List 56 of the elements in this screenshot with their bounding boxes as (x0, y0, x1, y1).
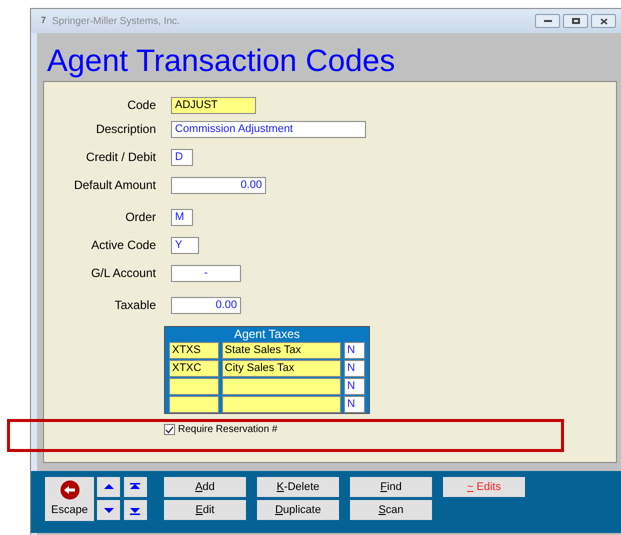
tax-code-cell[interactable]: XTXC (169, 360, 219, 377)
minimize-button[interactable] (535, 14, 560, 28)
field-label: Taxable (114, 297, 156, 314)
field-label: Description (94, 121, 156, 138)
field-label: G/L Account (90, 265, 156, 282)
toolbar-button[interactable]: Duplicate (257, 500, 339, 520)
tax-code-cell[interactable] (169, 378, 219, 395)
input-field[interactable]: ADJUST (171, 96, 256, 114)
tax-flag-cell[interactable]: N (344, 360, 365, 377)
toolbar-button[interactable]: Add (164, 477, 246, 497)
field-label: Credit / Debit (84, 149, 156, 166)
maximize-icon (572, 18, 580, 24)
tax-name-cell[interactable] (222, 378, 342, 395)
input-field[interactable]: - (171, 264, 241, 282)
close-icon (600, 18, 608, 24)
input-field[interactable]: Y (171, 236, 199, 254)
arrow-to-top-icon (129, 482, 141, 492)
escape-button[interactable]: Escape (45, 477, 94, 521)
checkbox[interactable] (164, 424, 175, 435)
tax-name-cell[interactable] (222, 396, 342, 413)
minimize-icon (544, 20, 552, 22)
close-button[interactable] (591, 14, 616, 28)
input-field[interactable]: M (171, 208, 193, 226)
tax-name-cell[interactable]: City Sales Tax (222, 360, 342, 377)
triangle-up-icon (102, 482, 114, 492)
checkmark-icon (165, 426, 174, 434)
input-field[interactable]: 0.00 (171, 176, 266, 194)
window-title: Springer-Miller Systems, Inc. (52, 14, 181, 28)
field-label: Code (126, 97, 156, 114)
toolbar-button[interactable] (124, 477, 146, 497)
tax-flag-cell[interactable]: N (344, 378, 365, 395)
maximize-button[interactable] (563, 14, 588, 28)
arrow-to-bottom-icon (129, 506, 141, 514)
toolbar-button[interactable] (97, 500, 120, 520)
toolbar-button[interactable]: Edit (164, 500, 246, 520)
toolbar-button[interactable] (124, 500, 146, 520)
tax-code-cell[interactable]: XTXS (169, 342, 219, 359)
toolbar-button[interactable] (97, 477, 120, 497)
triangle-down-icon (102, 506, 114, 514)
app-number: 7 (41, 14, 46, 28)
tax-flag-cell[interactable]: N (344, 396, 365, 413)
field-label: Order (124, 209, 156, 226)
toolbar-button[interactable]: Find (350, 477, 432, 497)
panel-title: Agent Taxes (233, 327, 301, 342)
checkbox-label: Require Reservation # (178, 423, 278, 437)
toolbar-button[interactable]: Scan (350, 500, 432, 520)
field-label: Default Amount (72, 177, 156, 194)
field-label: Active Code (90, 237, 156, 254)
toolbar-button[interactable]: K-Delete (257, 477, 339, 497)
tax-name-cell[interactable]: State Sales Tax (222, 342, 342, 359)
page-heading: Agent Transaction Codes (47, 45, 396, 80)
tax-flag-cell[interactable]: N (344, 342, 365, 359)
input-field[interactable]: 0.00 (171, 296, 241, 314)
input-field[interactable]: D (171, 148, 193, 166)
tax-code-cell[interactable] (169, 396, 219, 413)
input-field[interactable]: Commission Adjustment (171, 120, 366, 138)
